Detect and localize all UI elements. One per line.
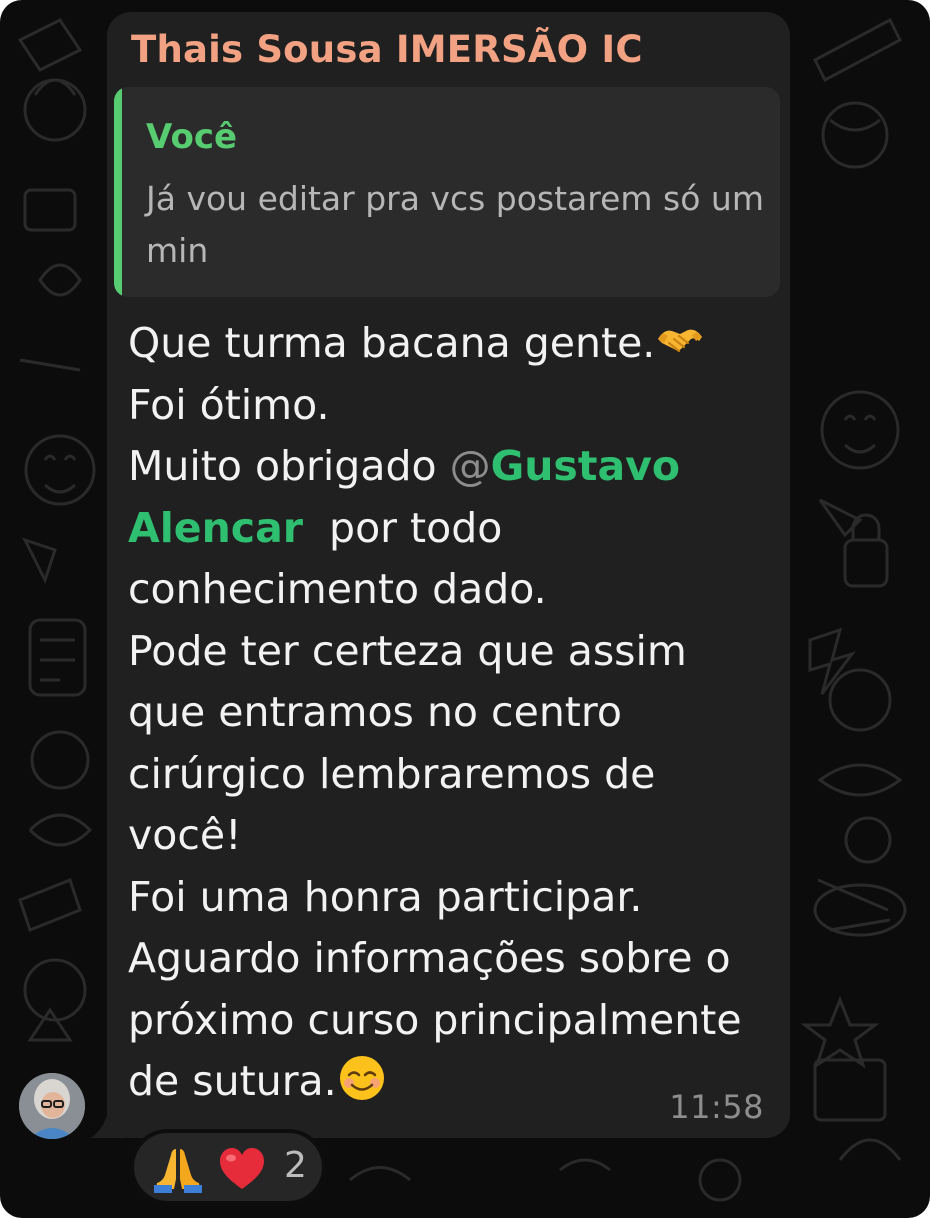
message-line: próximo curso principalmente xyxy=(128,995,742,1044)
quote-text: Já vou editar pra vcs postarem só um min xyxy=(146,179,764,270)
message-line: Que turma bacana gente. xyxy=(128,313,778,375)
message-line: Muito obrigado @Gustavo xyxy=(128,436,778,498)
message-timestamp: 11:58 xyxy=(669,1088,764,1126)
chat-screen: Thais Sousa IMERSÃO IC Você Já vou edita… xyxy=(0,0,930,1218)
message-line-text: Que turma bacana gente. xyxy=(128,319,656,367)
message-line: que entramos no centro xyxy=(128,688,622,736)
message-line-text: por todo xyxy=(302,503,503,552)
quote-author: Você xyxy=(146,117,238,157)
handshake-emoji-icon xyxy=(655,315,705,365)
message-line: Foi uma honra participar. xyxy=(128,872,643,921)
red-heart-icon xyxy=(218,1145,266,1193)
folded-hands-icon xyxy=(154,1145,202,1193)
sender-name[interactable]: Thais Sousa IMERSÃO IC xyxy=(131,28,643,71)
user-avatar-icon xyxy=(19,1073,85,1139)
message-line: Alencar por todo xyxy=(128,498,778,560)
mention-first-name: Gustavo xyxy=(490,442,680,490)
message-line-text: de sutura. xyxy=(128,1057,337,1105)
message-text: Que turma bacana gente. Foi ótimo. Muito… xyxy=(128,313,778,1113)
quote-accent-bar xyxy=(114,87,122,297)
message-line-text: Muito obrigado xyxy=(128,442,450,490)
message-line: conhecimento dado. xyxy=(128,565,547,613)
message-line: cirúrgico lembraremos de xyxy=(128,749,656,798)
mention-last-name[interactable]: Alencar xyxy=(128,504,303,552)
message-line: Aguardo informações sobre o xyxy=(128,934,731,982)
reaction-count: 2 xyxy=(284,1145,307,1186)
mention-link[interactable]: @Gustavo xyxy=(450,442,680,490)
smiling-face-emoji-icon xyxy=(337,1053,387,1103)
message-line: Pode ter certeza que assim xyxy=(128,626,687,675)
message-line: Foi ótimo. xyxy=(128,380,330,429)
mention-at-sign: @ xyxy=(449,442,491,490)
message-line: você! xyxy=(128,811,242,859)
reactions-pill[interactable]: 2 xyxy=(130,1129,326,1205)
message-bubble[interactable]: Thais Sousa IMERSÃO IC Você Já vou edita… xyxy=(107,12,790,1138)
sender-avatar[interactable] xyxy=(19,1073,85,1139)
quoted-message[interactable]: Você Já vou editar pra vcs postarem só u… xyxy=(114,87,780,297)
